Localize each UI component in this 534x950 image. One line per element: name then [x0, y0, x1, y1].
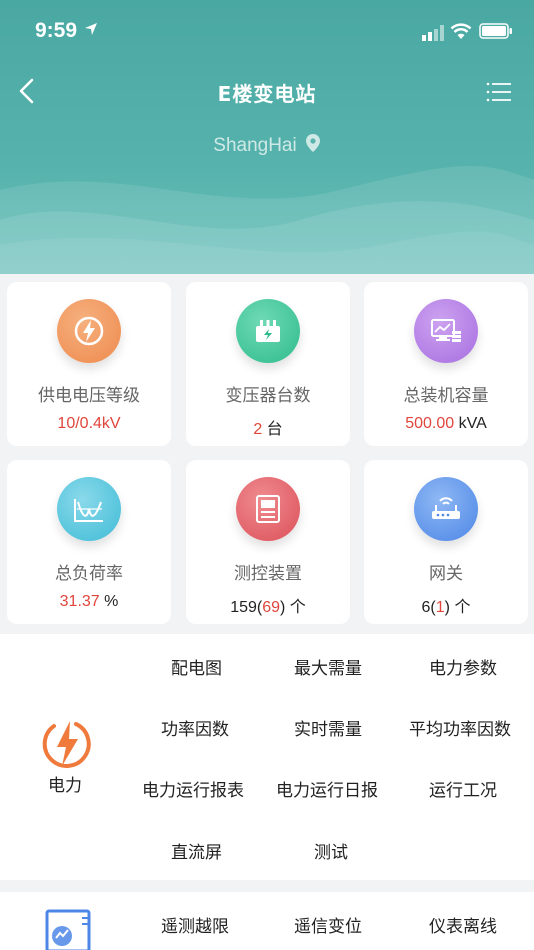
card-supply-voltage[interactable]: 供电电压等级 10/0.4kV	[7, 282, 171, 446]
card-label: 总负荷率	[55, 564, 123, 584]
status-time: 9:59	[35, 19, 78, 42]
map-pin-icon	[305, 134, 320, 152]
monitor-icon	[414, 299, 478, 363]
menu-power-factor[interactable]: 功率因数	[161, 715, 229, 740]
menu-max-demand[interactable]: 最大需量	[294, 654, 362, 679]
menu-power-daily-report[interactable]: 电力运行日报	[276, 776, 378, 801]
card-load-rate[interactable]: 总负荷率 31.37 %	[7, 460, 171, 624]
location[interactable]: ShangHai	[0, 133, 534, 159]
device-icon	[236, 477, 300, 541]
card-label: 供电电压等级	[38, 386, 140, 406]
menu-distribution-diagram[interactable]: 配电图	[171, 654, 222, 679]
card-value: 31.37 %	[59, 593, 119, 610]
lightning-icon	[57, 299, 121, 363]
nav-bar: E楼变电站	[0, 64, 534, 120]
header: 9:59 E楼变电站 ShangHai	[0, 0, 534, 274]
battery-icon	[479, 23, 512, 39]
menu-telemetry-overlimit[interactable]: 遥测越限	[161, 912, 229, 937]
menu-telesignal-change[interactable]: 遥信变位	[294, 912, 362, 937]
card-value: 500.00 kVA	[405, 415, 487, 432]
card-label: 变压器台数	[225, 386, 311, 406]
menu-operating-status[interactable]: 运行工况	[429, 776, 497, 801]
menu-dc-panel[interactable]: 直流屏	[171, 838, 222, 863]
menu-meter-offline[interactable]: 仪表离线	[429, 912, 497, 937]
gateway-icon	[414, 477, 478, 541]
location-arrow-icon	[85, 23, 97, 35]
card-label: 网关	[429, 564, 463, 584]
card-transformer-count[interactable]: 变压器台数 2 台	[186, 282, 350, 446]
load-curve-icon	[57, 477, 121, 541]
card-value: 2 台	[253, 421, 283, 438]
menu-test[interactable]: 测试	[314, 838, 348, 863]
card-measure-control-devices[interactable]: 测控装置 159(69) 个	[186, 460, 350, 624]
page-title: E楼变电站	[217, 82, 317, 106]
power-category-label: 电力	[48, 776, 82, 796]
status-bar: 9:59	[0, 0, 534, 64]
card-installed-capacity[interactable]: 总装机容量 500.00 kVA	[364, 282, 528, 446]
cellular-signal-icon	[422, 25, 444, 41]
header-wave-decoration	[0, 166, 534, 274]
card-value: 10/0.4kV	[57, 415, 121, 432]
menu-realtime-demand[interactable]: 实时需量	[294, 715, 362, 740]
list-menu-icon[interactable]	[486, 79, 512, 105]
menu-power-parameters[interactable]: 电力参数	[429, 654, 497, 679]
card-value: 6(1) 个	[421, 599, 471, 616]
card-gateway[interactable]: 网关 6(1) 个	[364, 460, 528, 624]
card-label: 测控装置	[234, 564, 302, 584]
power-lightning-icon	[42, 721, 91, 768]
location-label: ShangHai	[213, 135, 297, 156]
menu-avg-power-factor[interactable]: 平均功率因数	[409, 715, 511, 740]
transformer-icon	[236, 299, 300, 363]
card-label: 总装机容量	[403, 386, 489, 406]
wifi-icon	[450, 23, 472, 39]
card-value: 159(69) 个	[230, 599, 306, 616]
report-chart-icon	[45, 909, 91, 950]
menu-power-report[interactable]: 电力运行报表	[142, 776, 244, 801]
